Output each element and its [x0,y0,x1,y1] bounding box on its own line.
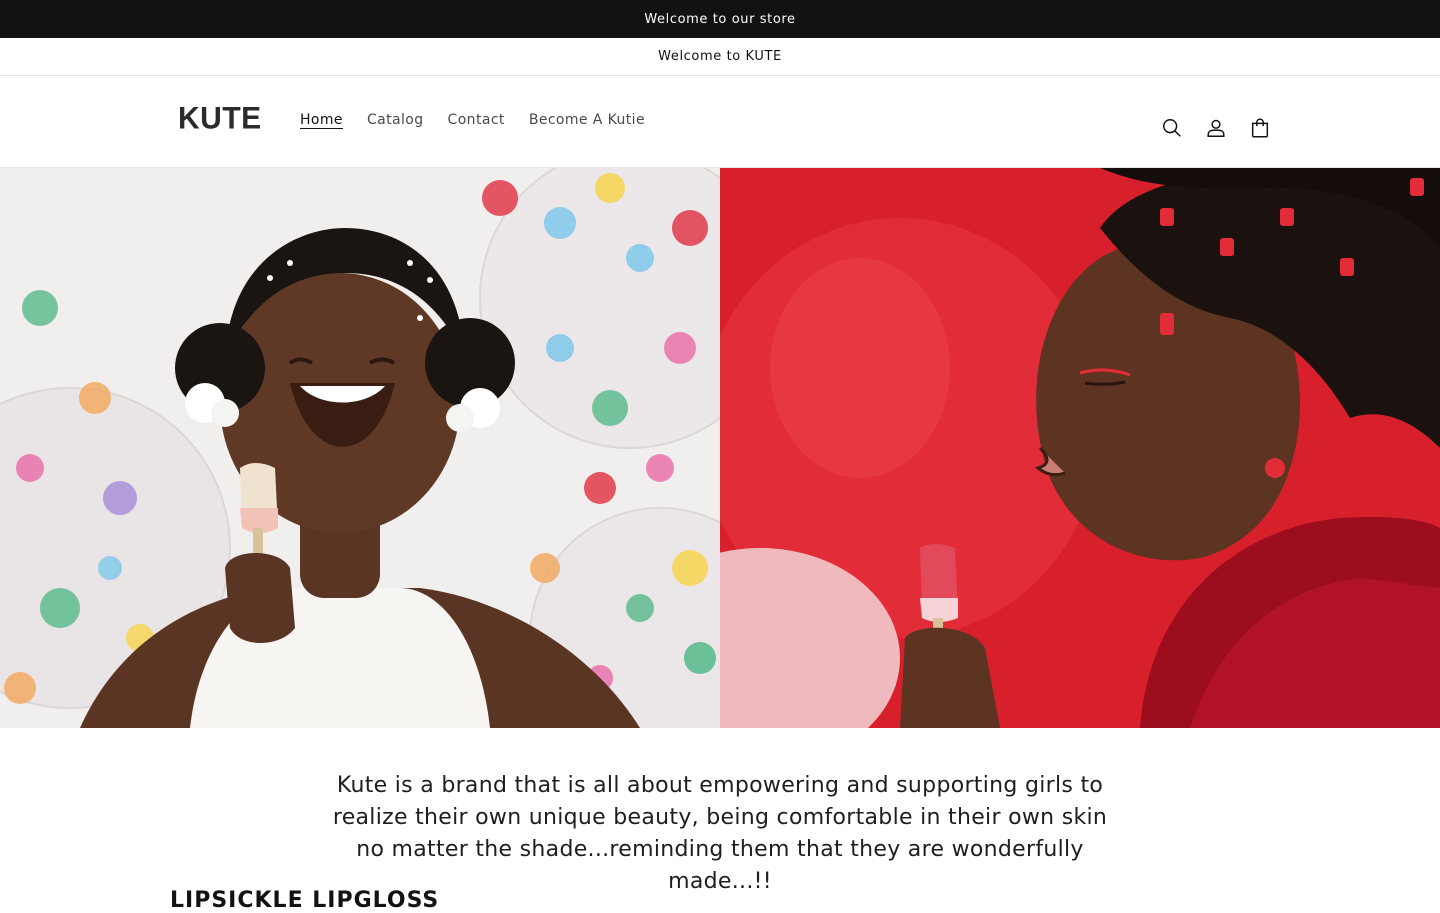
hero-image-right [720,168,1440,728]
girl-popsicle-red-balloon-image [720,168,1440,728]
announcement-bar: Welcome to our store [0,0,1440,38]
cart-icon[interactable] [1238,106,1282,150]
main-nav: Home Catalog Contact Become A Kutie [288,110,657,130]
section-heading: LIPSICKLE LIPGLOSS [170,888,440,913]
account-icon[interactable] [1194,106,1238,150]
site-header: KUTE Home Catalog Contact Become A Kutie [0,76,1440,168]
hero-banner [0,168,1440,728]
hero-image-left [0,168,720,728]
announcement-text: Welcome to our store [644,11,796,27]
secondary-announcement-bar: Welcome to KUTE [0,38,1440,76]
girl-popsicle-confetti-image [0,168,720,728]
brand-statement: Kute is a brand that is all about empowe… [332,773,1108,894]
nav-contact[interactable]: Contact [436,110,517,130]
search-icon[interactable] [1150,106,1194,150]
store-logo[interactable]: KUTE [178,101,262,137]
secondary-announcement-text: Welcome to KUTE [658,49,782,64]
header-icons [1150,106,1282,150]
nav-home[interactable]: Home [288,110,355,130]
nav-become-a-kutie[interactable]: Become A Kutie [517,110,657,130]
nav-catalog[interactable]: Catalog [355,110,436,130]
